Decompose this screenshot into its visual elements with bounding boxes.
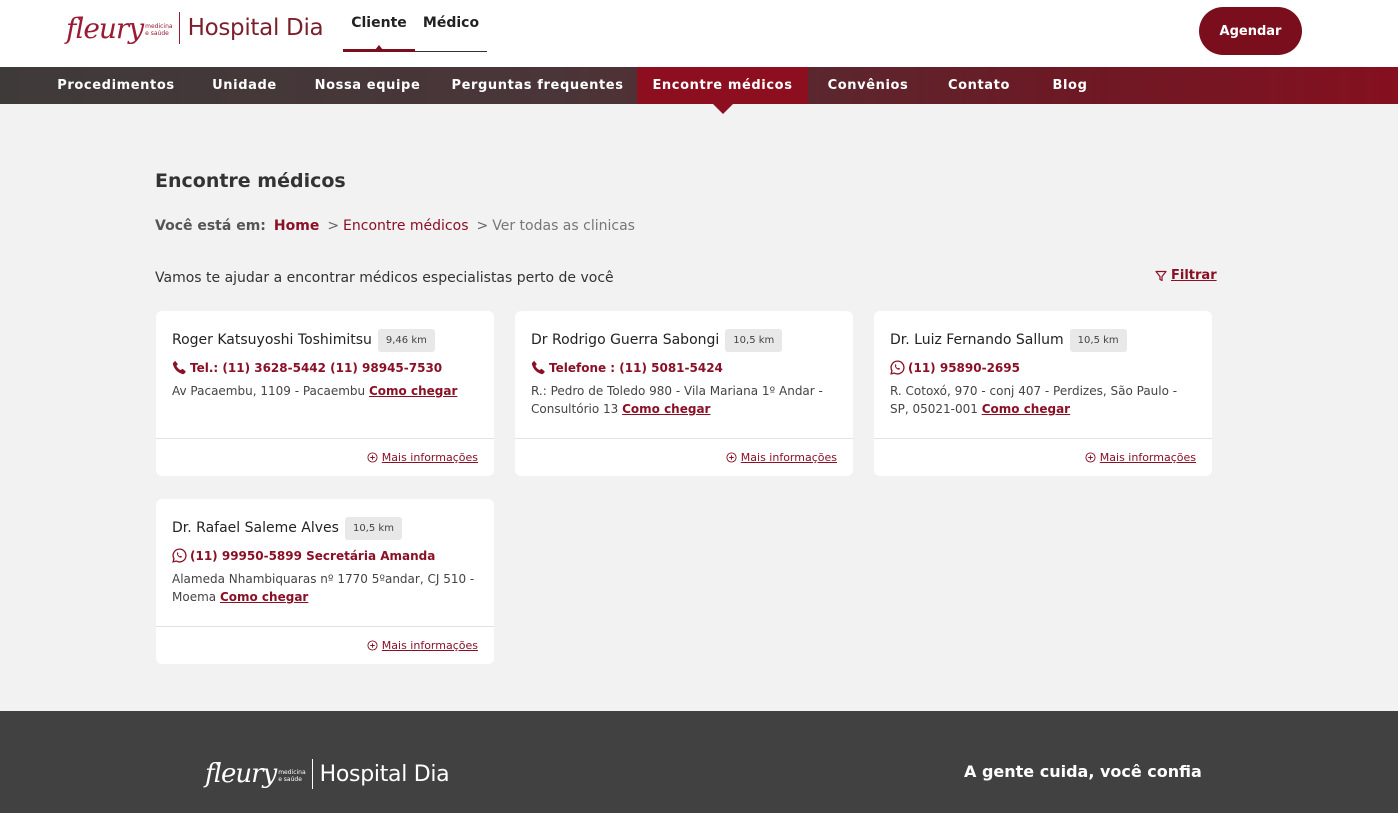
nav-item-perguntas-frequentes[interactable]: Perguntas frequentes <box>438 67 637 104</box>
footer-slogan: A gente cuida, você confia <box>964 762 1202 781</box>
filter-label: Filtrar <box>1171 268 1217 283</box>
logo-divider <box>178 12 180 44</box>
footer-logo[interactable]: fleury medicina e saúde Hospital Dia <box>205 759 450 789</box>
nav-item-blog[interactable]: Blog <box>1030 67 1110 104</box>
doctor-card: Dr. Luiz Fernando Sallum 10,5 km (11) 95… <box>874 311 1212 476</box>
phone-text: Tel.: (11) 3628-5442 (11) 98945-7530 <box>190 360 443 375</box>
more-info-link[interactable]: Mais informações <box>1085 451 1196 464</box>
breadcrumb-encontre-medicos-link[interactable]: Encontre médicos <box>343 218 468 234</box>
fleury-hospital-dia-logo[interactable]: fleury medicina e saúde Hospital Dia <box>66 10 324 46</box>
whatsapp-text: (11) 95890-2695 <box>908 360 1020 375</box>
plus-circle-icon <box>1085 452 1096 463</box>
phone-text: Telefone : (11) 5081-5424 <box>549 360 723 375</box>
distance-badge: 9,46 km <box>377 328 435 352</box>
plus-circle-icon <box>367 640 378 651</box>
footer-logo-product: Hospital Dia <box>319 761 450 787</box>
doctor-phone[interactable]: Tel.: (11) 3628-5442 (11) 98945-7530 <box>172 360 478 375</box>
plus-circle-icon <box>367 452 378 463</box>
doctor-whatsapp[interactable]: (11) 99950-5899 Secretária Amanda <box>172 548 478 563</box>
doctor-name: Dr Rodrigo Guerra Sabongi <box>531 332 720 348</box>
footer-logo-tagline: medicina e saúde <box>278 769 305 783</box>
audience-tabs: Cliente Médico <box>343 0 487 52</box>
filter-button[interactable]: Filtrar <box>1155 268 1217 283</box>
intro-text: Vamos te ajudar a encontrar médicos espe… <box>155 270 614 286</box>
logo-brand: fleury <box>66 11 144 45</box>
doctor-address: Alameda Nhambiquaras nº 1770 5ºandar, CJ… <box>172 570 478 606</box>
doctor-name: Dr. Rafael Saleme Alves <box>172 520 339 536</box>
directions-link[interactable]: Como chegar <box>982 402 1070 416</box>
nav-item-unidade[interactable]: Unidade <box>192 67 297 104</box>
breadcrumb-separator: > <box>476 218 489 234</box>
distance-badge: 10,5 km <box>344 516 402 540</box>
tab-cliente[interactable]: Cliente <box>343 0 415 52</box>
page-title: Encontre médicos <box>155 170 346 192</box>
plus-circle-icon <box>726 452 737 463</box>
doctor-whatsapp[interactable]: (11) 95890-2695 <box>890 360 1196 375</box>
doctor-phone[interactable]: Telefone : (11) 5081-5424 <box>531 360 837 375</box>
doctor-address: R.: Pedro de Toledo 980 - Vila Mariana 1… <box>531 382 837 418</box>
doctor-card: Dr. Rafael Saleme Alves 10,5 km (11) 999… <box>156 499 494 664</box>
nav-item-encontre-medicos[interactable]: Encontre médicos <box>637 67 808 104</box>
footer-logo-brand: fleury <box>205 759 277 789</box>
address-text: Alameda Nhambiquaras nº 1770 5ºandar, CJ… <box>172 572 475 604</box>
address-text: Av Pacaembu, 1109 - Pacaembu <box>172 384 366 398</box>
site-header: fleury medicina e saúde Hospital Dia Cli… <box>0 0 1398 67</box>
doctor-name: Roger Katsuyoshi Toshimitsu <box>172 332 372 348</box>
directions-link[interactable]: Como chegar <box>369 384 457 398</box>
distance-badge: 10,5 km <box>725 328 783 352</box>
breadcrumb-current: Ver todas as clinicas <box>492 218 635 234</box>
more-info-link[interactable]: Mais informações <box>367 451 478 464</box>
more-info-label: Mais informações <box>1099 451 1196 464</box>
logo-tagline: medicina e saúde <box>145 23 172 37</box>
agendar-button[interactable]: Agendar <box>1199 7 1302 55</box>
whatsapp-text: (11) 99950-5899 Secretária Amanda <box>190 548 436 563</box>
logo-product: Hospital Dia <box>187 15 324 41</box>
distance-badge: 10,5 km <box>1069 328 1127 352</box>
breadcrumb-label: Você está em: <box>155 218 266 234</box>
nav-item-contato[interactable]: Contato <box>928 67 1030 104</box>
filter-icon <box>1155 270 1167 281</box>
more-info-link[interactable]: Mais informações <box>726 451 837 464</box>
breadcrumb-separator: > <box>327 218 340 234</box>
more-info-link[interactable]: Mais informações <box>367 639 478 652</box>
logo-tagline-2: e saúde <box>145 30 169 37</box>
nav-item-convenios[interactable]: Convênios <box>808 67 928 104</box>
whatsapp-icon <box>172 548 187 563</box>
footer-logo-tagline-1: medicina <box>278 769 306 776</box>
logo-tagline-1: medicina <box>145 23 173 30</box>
phone-icon <box>172 360 186 375</box>
directions-link[interactable]: Como chegar <box>622 402 710 416</box>
footer-logo-tagline-2: e saúde <box>278 776 302 783</box>
doctor-card: Roger Katsuyoshi Toshimitsu 9,46 km Tel.… <box>156 311 494 476</box>
more-info-label: Mais informações <box>381 639 478 652</box>
site-footer: fleury medicina e saúde Hospital Dia A g… <box>0 711 1398 813</box>
doctor-card: Dr Rodrigo Guerra Sabongi 10,5 km Telefo… <box>515 311 853 476</box>
doctor-address: R. Cotoxó, 970 - conj 407 - Perdizes, Sã… <box>890 382 1196 418</box>
doctor-address: Av Pacaembu, 1109 - Pacaembu Como chegar <box>172 382 478 400</box>
active-nav-indicator <box>713 104 733 114</box>
more-info-label: Mais informações <box>381 451 478 464</box>
breadcrumb: Você está em: Home > Encontre médicos > … <box>155 218 635 234</box>
doctor-name: Dr. Luiz Fernando Sallum <box>890 332 1064 348</box>
nav-item-procedimentos[interactable]: Procedimentos <box>40 67 192 104</box>
tab-medico[interactable]: Médico <box>415 0 487 51</box>
directions-link[interactable]: Como chegar <box>220 590 308 604</box>
more-info-label: Mais informações <box>740 451 837 464</box>
footer-logo-divider <box>311 759 313 789</box>
whatsapp-icon <box>890 360 905 375</box>
nav-item-nossa-equipe[interactable]: Nossa equipe <box>297 67 438 104</box>
breadcrumb-home-link[interactable]: Home <box>274 218 319 234</box>
phone-icon <box>531 360 545 375</box>
main-nav: Procedimentos Unidade Nossa equipe Pergu… <box>0 67 1398 104</box>
